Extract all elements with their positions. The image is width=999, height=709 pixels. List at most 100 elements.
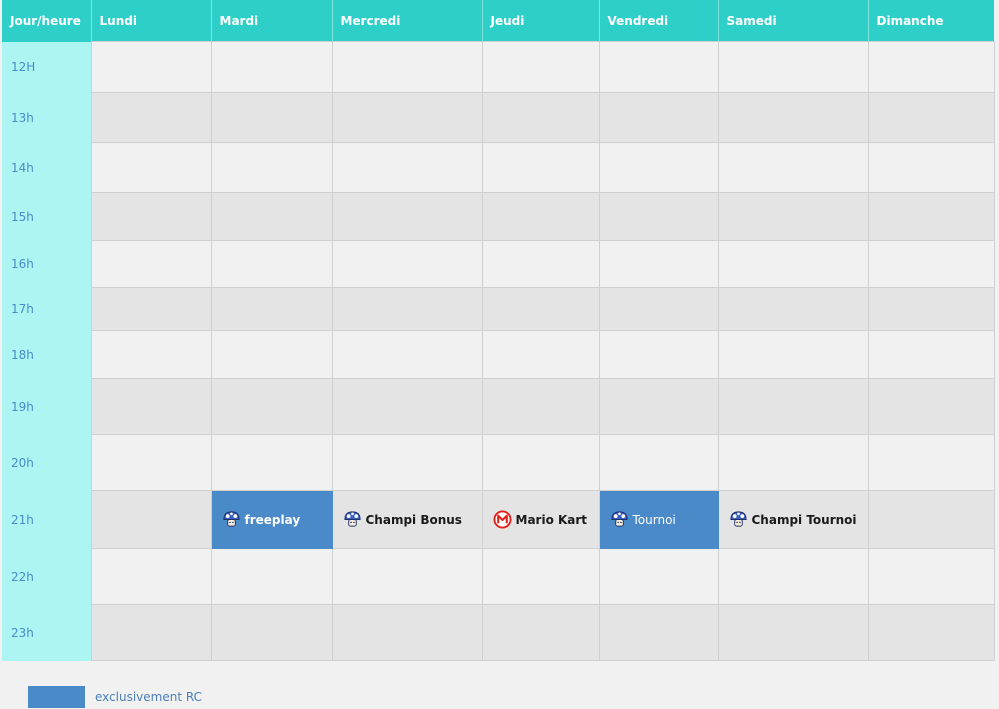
- hour-label: 23h: [2, 604, 92, 661]
- hour-label: 18h: [2, 330, 92, 379]
- event-cell-mercredi[interactable]: Champi Bonus: [331, 490, 483, 549]
- schedule-cell: [90, 490, 212, 549]
- hour-row: 21h freeplay Champi Bonus Mario Kart Tou…: [2, 490, 995, 549]
- schedule-cell: [598, 434, 719, 491]
- schedule-cell: [717, 41, 869, 93]
- schedule-cell: [717, 330, 869, 379]
- schedule-cell: [867, 434, 995, 491]
- schedule-cell: [867, 92, 995, 143]
- hour-label: 20h: [2, 434, 92, 491]
- schedule-cell: [481, 287, 600, 331]
- schedule-cell: [331, 434, 483, 491]
- legend-label: exclusivement RC: [95, 690, 202, 704]
- schedule-cell: [210, 192, 333, 241]
- schedule-cell: [210, 378, 333, 435]
- header-day-mardi: Mardi: [211, 0, 333, 42]
- hour-row: 18h: [2, 330, 995, 379]
- schedule-cell: [90, 548, 212, 605]
- event-label: Mario Kart: [515, 512, 588, 527]
- schedule-cell: [90, 378, 212, 435]
- schedule-cell: [481, 142, 600, 193]
- schedule-cell: [481, 192, 600, 241]
- schedule-cell: [481, 548, 600, 605]
- schedule-cell: [210, 330, 333, 379]
- mushroom-icon: [729, 510, 748, 529]
- hour-label: 21h: [2, 490, 92, 549]
- legend: exclusivement RC: [28, 686, 202, 708]
- hour-row: 16h: [2, 240, 995, 288]
- schedule-cell: [90, 330, 212, 379]
- schedule-cell: [867, 604, 995, 661]
- schedule-cell: [717, 434, 869, 491]
- event-label: freeplay: [244, 512, 301, 527]
- schedule-cell: [90, 240, 212, 288]
- legend-swatch-rc: [28, 686, 85, 708]
- schedule-cell: [481, 330, 600, 379]
- event-cell-samedi[interactable]: Champi Tournoi: [717, 490, 869, 549]
- schedule-cell: [331, 604, 483, 661]
- schedule-cell: [331, 548, 483, 605]
- schedule-cell: [598, 287, 719, 331]
- schedule-cell: [598, 604, 719, 661]
- event-label: Tournoi: [632, 512, 676, 527]
- event-cell-mardi[interactable]: freeplay: [210, 490, 333, 549]
- schedule-cell: [210, 41, 333, 93]
- schedule-cell: [331, 330, 483, 379]
- mushroom-icon: [610, 510, 629, 529]
- hour-row: 23h: [2, 604, 995, 661]
- schedule-cell: [210, 548, 333, 605]
- header-day-lundi: Lundi: [91, 0, 212, 42]
- schedule-cell: [481, 240, 600, 288]
- hour-label: 15h: [2, 192, 92, 241]
- schedule-cell: [210, 287, 333, 331]
- hour-label: 17h: [2, 287, 92, 331]
- schedule-cell: [717, 192, 869, 241]
- schedule-cell: [331, 287, 483, 331]
- schedule-cell: [867, 142, 995, 193]
- schedule-cell: [331, 240, 483, 288]
- schedule-cell: [331, 142, 483, 193]
- schedule-cell: [717, 287, 869, 331]
- schedule-cell: [90, 434, 212, 491]
- header-corner: Jour/heure: [2, 0, 92, 42]
- schedule-cell: [90, 192, 212, 241]
- header-row: Jour/heure Lundi Mardi Mercredi Jeudi Ve…: [2, 0, 994, 42]
- schedule-cell: [598, 92, 719, 143]
- schedule-cell: [90, 604, 212, 661]
- schedule-cell: [867, 490, 995, 549]
- hour-label: 22h: [2, 548, 92, 605]
- schedule-cell: [717, 548, 869, 605]
- event-cell-vendredi[interactable]: Tournoi: [598, 490, 719, 549]
- hour-row: 13h: [2, 92, 995, 143]
- schedule-cell: [867, 548, 995, 605]
- header-day-mercredi: Mercredi: [332, 0, 483, 42]
- schedule-cell: [210, 240, 333, 288]
- schedule-cell: [481, 434, 600, 491]
- schedule-cell: [717, 92, 869, 143]
- schedule-cell: [867, 192, 995, 241]
- header-day-samedi: Samedi: [718, 0, 869, 42]
- schedule-cell: [598, 240, 719, 288]
- schedule-cell: [598, 378, 719, 435]
- schedule-cell: [717, 604, 869, 661]
- schedule-cell: [331, 41, 483, 93]
- schedule-cell: [717, 240, 869, 288]
- schedule-cell: [331, 192, 483, 241]
- schedule-cell: [90, 92, 212, 143]
- schedule-cell: [210, 604, 333, 661]
- hour-label: 13h: [2, 92, 92, 143]
- hour-row: 15h: [2, 192, 995, 241]
- schedule-cell: [210, 142, 333, 193]
- event-label: Champi Tournoi: [751, 512, 857, 527]
- schedule-cell: [331, 378, 483, 435]
- schedule-cell: [481, 92, 600, 143]
- hour-label: 16h: [2, 240, 92, 288]
- schedule-cell: [867, 330, 995, 379]
- mushroom-icon: [343, 510, 362, 529]
- event-cell-jeudi[interactable]: Mario Kart: [481, 490, 600, 549]
- hour-row: 20h: [2, 434, 995, 491]
- schedule-cell: [867, 378, 995, 435]
- schedule-cell: [481, 41, 600, 93]
- schedule-cell: [867, 240, 995, 288]
- schedule-cell: [210, 434, 333, 491]
